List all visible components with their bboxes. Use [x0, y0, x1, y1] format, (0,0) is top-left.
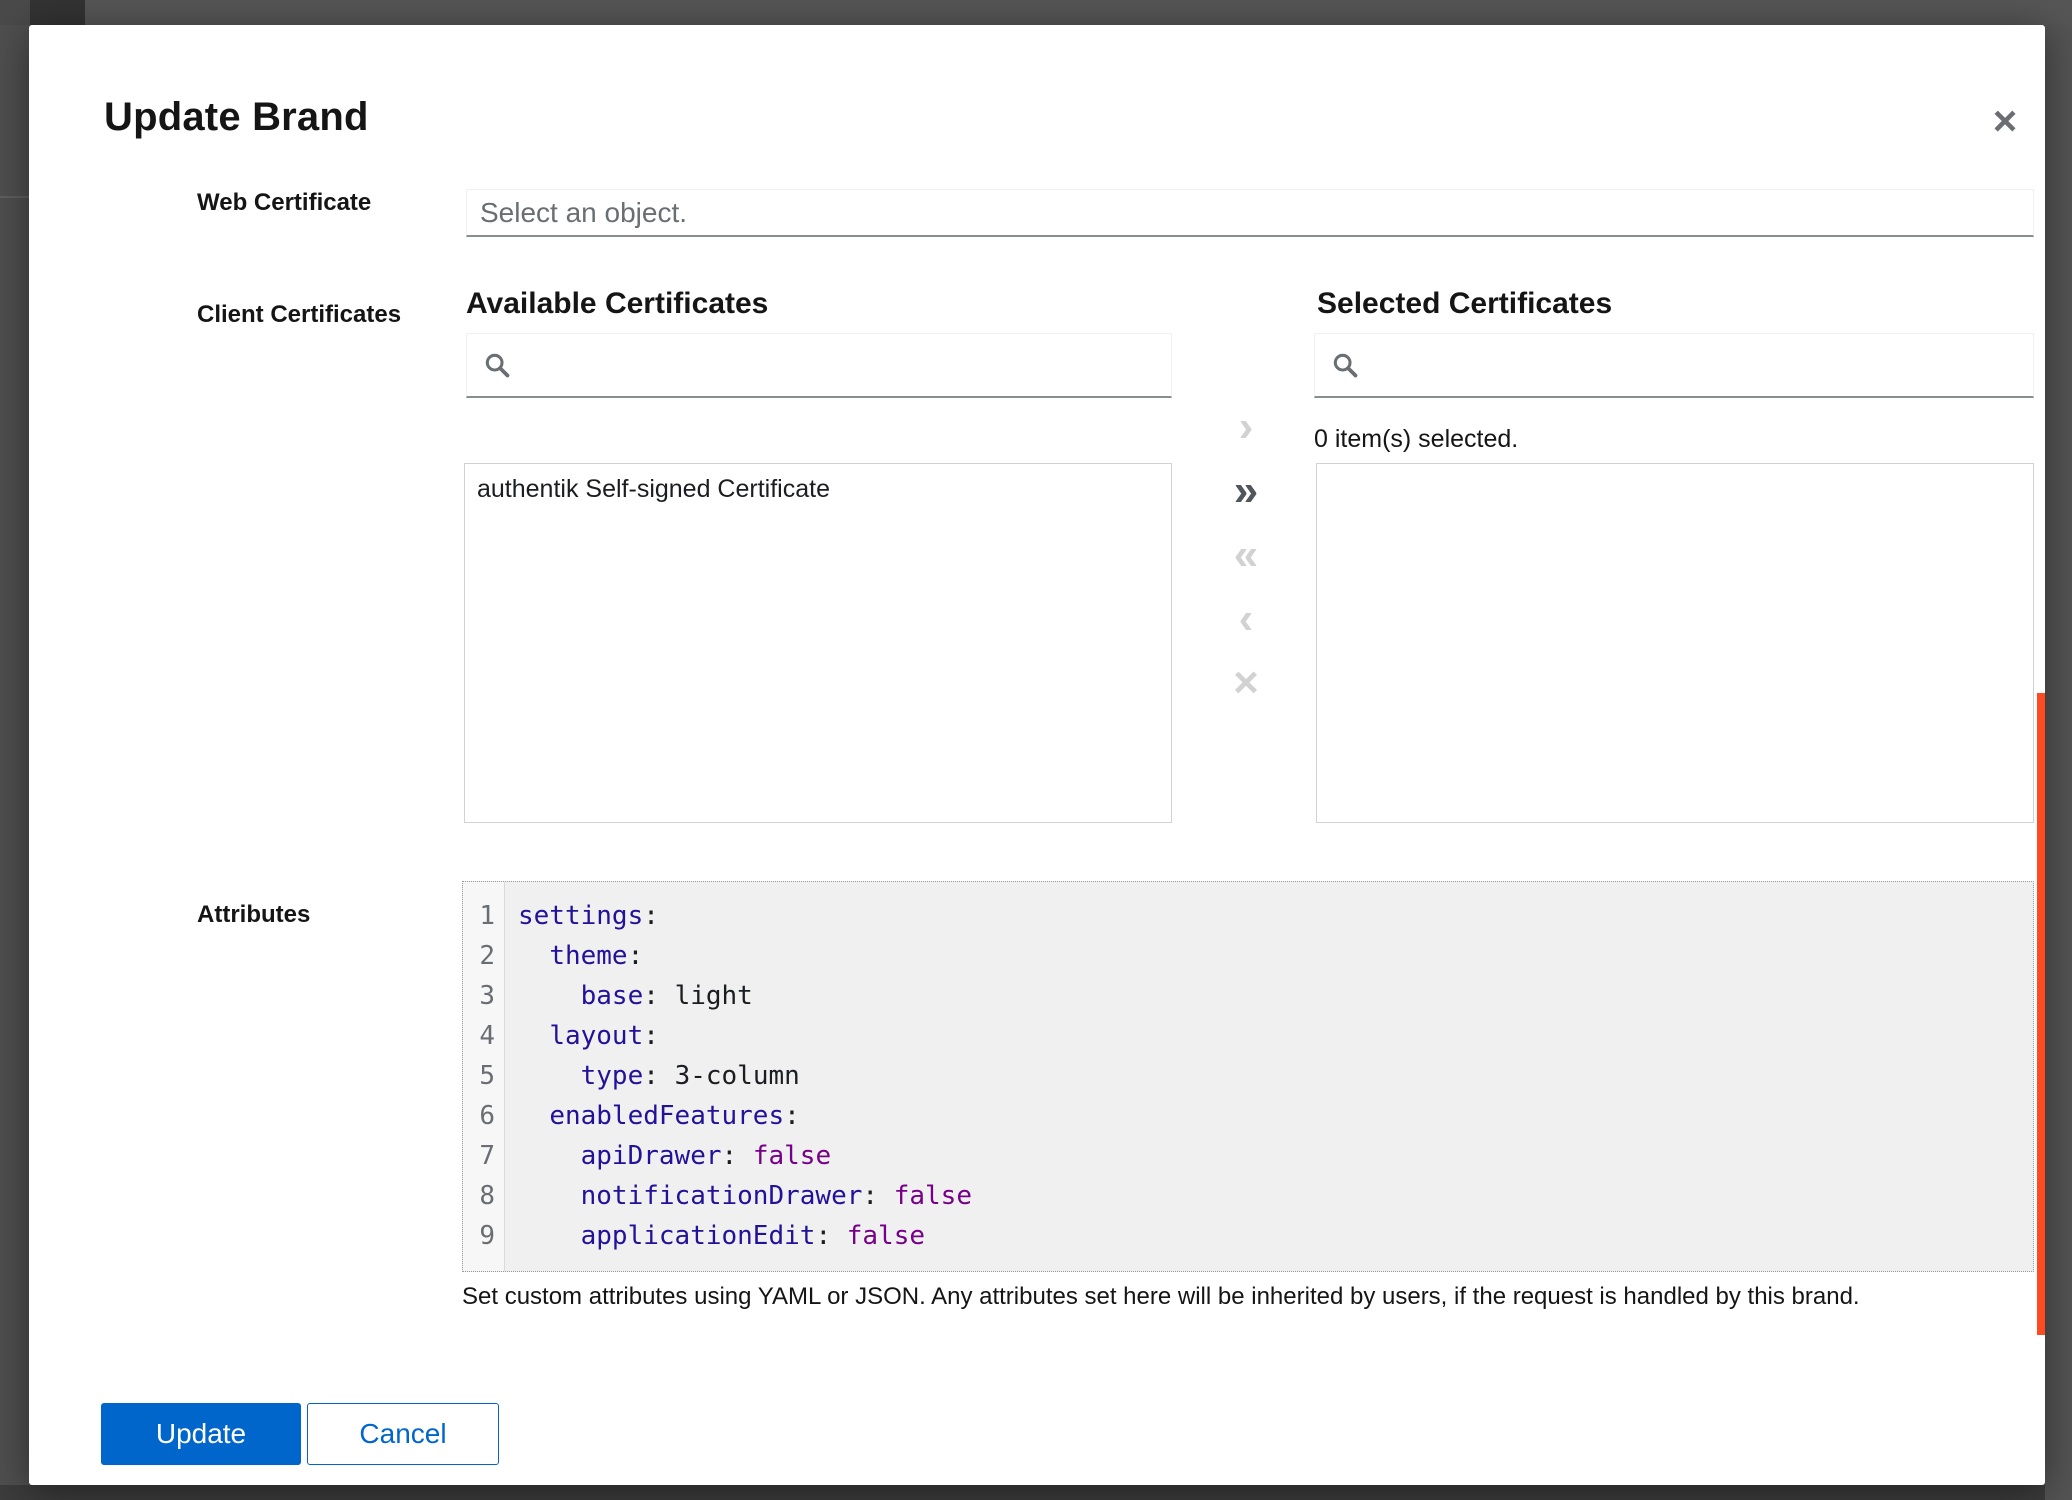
code-text: settings:: [504, 896, 659, 936]
available-certificates-list[interactable]: authentik Self-signed Certificate: [464, 463, 1172, 823]
background-page-bottom: [0, 1485, 2072, 1500]
move-selected-right-button[interactable]: ›: [1211, 405, 1275, 449]
code-line: 8 notificationDrawer: false: [463, 1176, 2033, 1216]
clear-selection-icon: ×: [1233, 661, 1253, 705]
code-text: theme:: [504, 936, 643, 976]
clear-selection-button[interactable]: ×: [1211, 661, 1275, 705]
background-page-topbar: [0, 0, 2072, 25]
attributes-code-editor[interactable]: 1settings:2 theme:3 base: light4 layout:…: [462, 881, 2034, 1272]
code-text: apiDrawer: false: [504, 1136, 831, 1176]
cancel-button[interactable]: Cancel: [307, 1403, 499, 1465]
update-brand-modal: Update Brand × Web Certificate Client Ce…: [29, 25, 2045, 1485]
line-number: 3: [463, 976, 504, 1016]
background-page-divider: [0, 196, 29, 198]
move-all-left-button[interactable]: «: [1211, 533, 1275, 577]
dual-list-controls: › » « ‹ ×: [1211, 405, 1275, 725]
line-number: 7: [463, 1136, 504, 1176]
available-search-input[interactable]: [523, 348, 1171, 382]
search-icon: [483, 351, 511, 379]
move-all-right-icon: »: [1234, 469, 1252, 513]
code-line: 7 apiDrawer: false: [463, 1136, 2033, 1176]
list-item[interactable]: authentik Self-signed Certificate: [465, 464, 1171, 515]
attributes-code-lines: 1settings:2 theme:3 base: light4 layout:…: [463, 882, 2033, 1256]
selected-certificates-list[interactable]: [1316, 463, 2034, 823]
code-line: 3 base: light: [463, 976, 2033, 1016]
code-text: notificationDrawer: false: [504, 1176, 972, 1216]
close-button[interactable]: ×: [1977, 95, 2033, 147]
code-line: 4 layout:: [463, 1016, 2033, 1056]
code-text: base: light: [504, 976, 753, 1016]
code-text: applicationEdit: false: [504, 1216, 925, 1256]
line-number: 1: [463, 896, 504, 936]
selected-count-status: 0 item(s) selected.: [1314, 425, 1518, 454]
line-number: 5: [463, 1056, 504, 1096]
code-text: type: 3-column: [504, 1056, 800, 1096]
close-icon: ×: [1993, 100, 2018, 142]
background-page-block: [30, 0, 85, 25]
search-icon: [1331, 351, 1359, 379]
code-line: 2 theme:: [463, 936, 2033, 976]
attributes-helper-text: Set custom attributes using YAML or JSON…: [462, 1283, 1860, 1311]
move-selected-right-icon: ›: [1239, 405, 1248, 449]
line-number: 6: [463, 1096, 504, 1136]
line-number: 4: [463, 1016, 504, 1056]
line-number: 2: [463, 936, 504, 976]
move-all-left-icon: «: [1234, 533, 1252, 577]
selected-certificates-header: Selected Certificates: [1317, 287, 1612, 321]
background-page-corner: [0, 0, 30, 25]
background-page-right: [2045, 25, 2072, 1500]
web-certificate-input[interactable]: [466, 189, 2034, 237]
move-selected-left-icon: ‹: [1239, 597, 1248, 641]
code-text: layout:: [504, 1016, 659, 1056]
move-all-right-button[interactable]: »: [1211, 469, 1275, 513]
update-button[interactable]: Update: [101, 1403, 301, 1465]
selected-search-input[interactable]: [1371, 348, 2033, 382]
code-line: 5 type: 3-column: [463, 1056, 2033, 1096]
client-certificates-label: Client Certificates: [197, 301, 401, 329]
selected-search-box: [1314, 333, 2034, 398]
code-line: 6 enabledFeatures:: [463, 1096, 2033, 1136]
web-certificate-label: Web Certificate: [197, 189, 371, 217]
line-number: 8: [463, 1176, 504, 1216]
screen: Update Brand × Web Certificate Client Ce…: [0, 0, 2072, 1500]
code-text: enabledFeatures:: [504, 1096, 800, 1136]
code-line: 9 applicationEdit: false: [463, 1216, 2033, 1256]
modal-title: Update Brand: [104, 95, 369, 140]
code-line: 1settings:: [463, 896, 2033, 936]
line-number: 9: [463, 1216, 504, 1256]
notification-accent-bar: [2037, 693, 2045, 1335]
available-certificates-header: Available Certificates: [466, 287, 768, 321]
attributes-label: Attributes: [197, 901, 310, 929]
move-selected-left-button[interactable]: ‹: [1211, 597, 1275, 641]
available-search-box: [466, 333, 1172, 398]
